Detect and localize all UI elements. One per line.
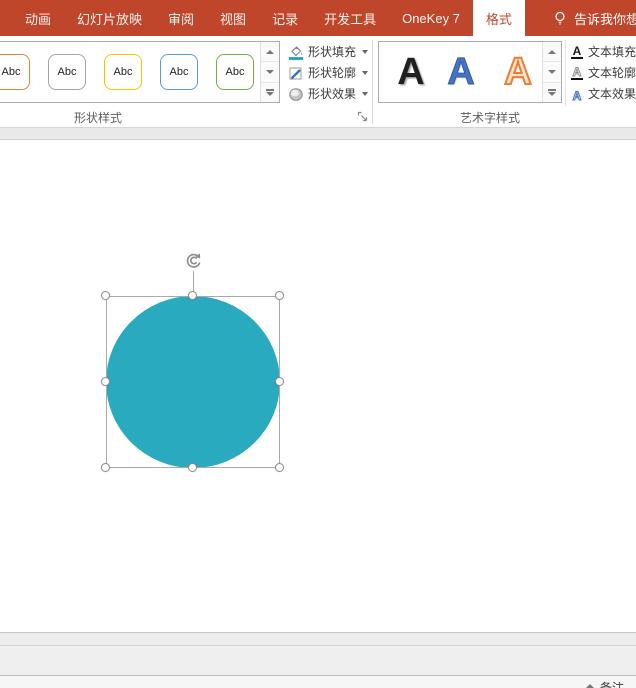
fill-color-swatch [289, 56, 303, 60]
resize-handle-left[interactable] [101, 377, 110, 386]
resize-handle-right[interactable] [275, 377, 284, 386]
dropdown-arrow-icon [362, 91, 369, 96]
gallery-scrollbar [542, 42, 561, 102]
resize-handle-bottom-right[interactable] [275, 463, 284, 472]
arrow-up-icon [548, 49, 556, 54]
shape-style-preset[interactable]: Abc [0, 54, 30, 90]
text-effects-label: 文本效果 [588, 87, 636, 101]
tab-format-active[interactable]: 格式 [472, 0, 525, 36]
arrow-down-icon [266, 91, 274, 96]
text-fill-icon: A [570, 44, 584, 59]
text-fill-button[interactable]: A 文本填充 [570, 42, 636, 61]
text-effects-icon: A [570, 86, 584, 103]
arrow-down-icon [548, 69, 556, 74]
wordart-styles-gallery: A A A [378, 41, 562, 103]
text-outline-button[interactable]: A 文本轮廓 [570, 63, 636, 82]
paint-bucket-icon [288, 44, 304, 60]
gallery-scroll-up-button[interactable] [543, 42, 561, 63]
notes-pane[interactable] [0, 646, 636, 676]
status-bar: 备注 [0, 676, 636, 688]
wordart-preset[interactable]: A [439, 42, 483, 102]
notes-toggle-button[interactable]: 备注 [586, 679, 624, 688]
gallery-scroll-down-button[interactable] [261, 62, 279, 83]
inner-separator [565, 40, 566, 106]
shape-effects-button[interactable]: 形状效果 [288, 84, 369, 103]
tell-me-label: 告诉我你想要 [573, 11, 636, 27]
gallery-scroll-up-button[interactable] [261, 42, 279, 63]
notes-label: 备注 [599, 681, 624, 688]
shape-styles-gallery: Abc Abc Abc Abc Abc [0, 41, 280, 103]
letter-a-glyph: A [572, 89, 582, 103]
ribbon-tab-bar: 动画 幻灯片放映 审阅 视图 记录 开发工具 OneKey 7 格式 告诉我你想… [0, 0, 636, 36]
ribbon-format-tab-content: Abc Abc Abc Abc Abc 形状填充 形状轮廓 形状效果 形状样式 … [0, 36, 636, 127]
gallery-scrollbar [260, 42, 279, 102]
arrow-up-icon [266, 49, 274, 54]
more-styles-icon [548, 88, 556, 91]
tab-animation[interactable]: 动画 [12, 0, 64, 36]
shape-effects-icon [288, 86, 304, 102]
gallery-more-button[interactable] [543, 83, 561, 102]
tab-record[interactable]: 记录 [259, 0, 311, 36]
shape-effects-label: 形状效果 [308, 87, 357, 101]
outline-color-swatch [571, 77, 583, 80]
tab-view[interactable]: 视图 [207, 0, 259, 36]
resize-handle-top-left[interactable] [101, 291, 110, 300]
notes-collapse-icon [586, 684, 595, 688]
selection-bounding-box [106, 296, 280, 468]
rotate-icon [186, 253, 201, 268]
text-effects-button[interactable]: A 文本效果 [570, 84, 636, 103]
shape-style-preset[interactable]: Abc [48, 54, 86, 90]
wordart-preset[interactable]: A [389, 42, 433, 102]
letter-a-glyph: A [572, 64, 582, 79]
arrow-down-icon [266, 69, 274, 74]
shape-style-preset[interactable]: Abc [216, 54, 254, 90]
shape-style-preset[interactable]: Abc [160, 54, 198, 90]
gallery-scroll-down-button[interactable] [543, 62, 561, 83]
rotation-handle-stem [193, 271, 194, 292]
arrow-down-icon [548, 91, 556, 96]
shape-fill-button[interactable]: 形状填充 [288, 42, 369, 61]
text-outline-icon: A [570, 65, 584, 80]
tab-slideshow[interactable]: 幻灯片放映 [64, 0, 155, 36]
resize-handle-bottom[interactable] [188, 463, 197, 472]
arrow-up-icon [586, 684, 595, 688]
wordart-preset[interactable]: A [496, 42, 540, 102]
resize-handle-bottom-left[interactable] [101, 463, 110, 472]
ribbon-bottom-strip [0, 127, 636, 140]
slide-canvas[interactable] [0, 140, 636, 632]
gallery-more-button[interactable] [261, 83, 279, 102]
more-styles-icon [266, 88, 274, 91]
shape-styles-dialog-launcher[interactable] [357, 110, 369, 122]
dropdown-arrow-icon [362, 49, 369, 54]
tab-onekey[interactable]: OneKey 7 [389, 0, 473, 36]
shape-outline-button[interactable]: 形状轮廓 [288, 63, 369, 82]
resize-handle-top[interactable] [188, 291, 197, 300]
tell-me-box[interactable]: 告诉我你想要 [543, 0, 636, 36]
text-fill-label: 文本填充 [588, 45, 636, 59]
text-outline-label: 文本轮廓 [588, 66, 636, 80]
dialog-launcher-icon [357, 111, 368, 122]
shape-outline-label: 形状轮廓 [308, 66, 357, 80]
notes-pane-splitter[interactable] [0, 632, 636, 646]
wordart-styles-group-label: 艺术字样式 [459, 111, 520, 125]
tab-review[interactable]: 审阅 [155, 0, 207, 36]
shape-styles-group-label: 形状样式 [73, 111, 122, 125]
shape-style-preset[interactable]: Abc [104, 54, 142, 90]
resize-handle-top-right[interactable] [275, 291, 284, 300]
letter-a-glyph: A [572, 43, 582, 58]
tab-developer[interactable]: 开发工具 [311, 0, 389, 36]
pencil-outline-icon [288, 65, 304, 81]
lightbulb-icon [555, 11, 565, 25]
group-separator [372, 40, 373, 124]
fill-color-swatch [571, 56, 583, 59]
dropdown-arrow-icon [362, 70, 369, 75]
shape-fill-label: 形状填充 [308, 45, 357, 59]
rotate-handle[interactable] [183, 250, 204, 271]
